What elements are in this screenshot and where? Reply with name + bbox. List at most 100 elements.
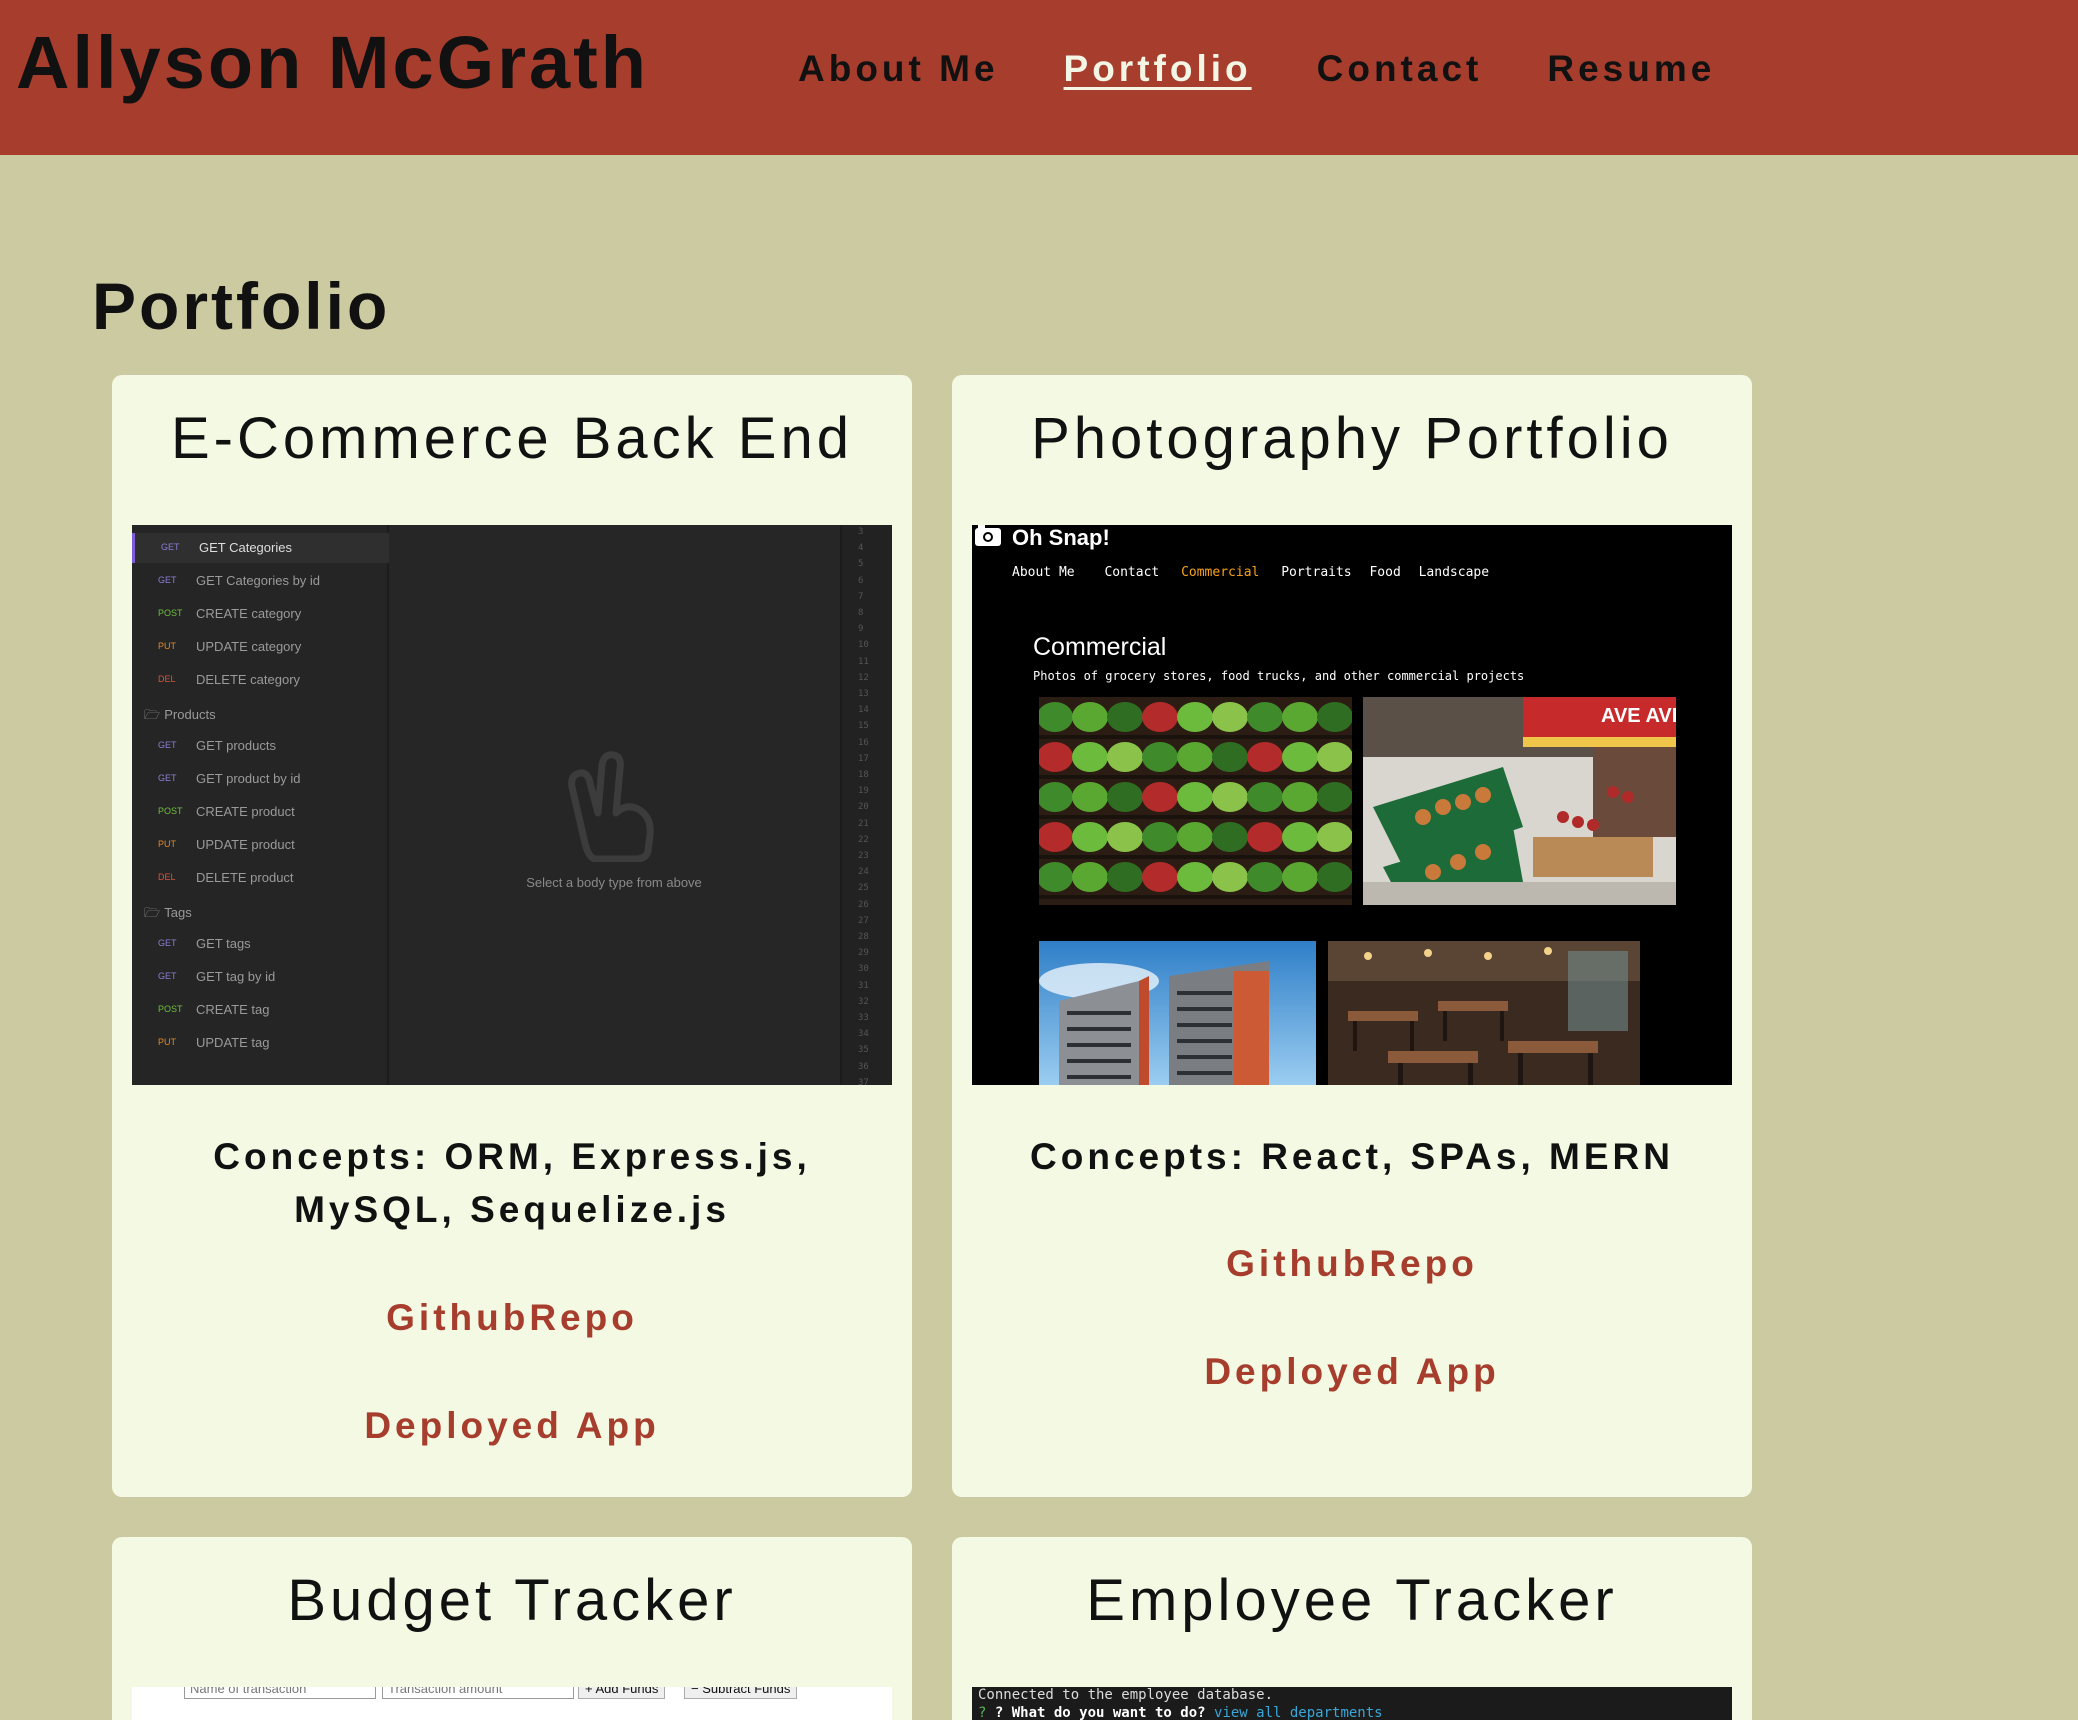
request-label: GET Categories [199, 540, 292, 555]
request-label: GET tag by id [196, 969, 276, 984]
request-item: PUT UPDATE category [132, 632, 389, 662]
shop-sign-text: AVE AVE [1601, 705, 1676, 727]
http-method-badge: DEL [158, 872, 176, 882]
folder-icon: 🗁 [144, 906, 165, 921]
project-card-budget-tracker: Budget Tracker Name of transaction Trans… [112, 1537, 912, 1720]
line-number: 25 [858, 883, 869, 894]
http-method-badge: GET [158, 938, 177, 948]
line-number: 12 [858, 672, 869, 683]
request-label: GET Categories by id [196, 573, 321, 588]
line-number: 29 [858, 948, 869, 959]
request-label: UPDATE category [196, 639, 302, 654]
project-screenshot[interactable]: Connected to the employee database. ? ? … [972, 1687, 1732, 1720]
line-number: 21 [858, 818, 869, 829]
line-number: 27 [858, 915, 869, 926]
line-number: 34 [858, 1029, 869, 1040]
request-label: GET product by id [196, 771, 301, 786]
building-photo [1039, 941, 1316, 1085]
line-number: 6 [858, 575, 864, 586]
oh-snap-nav: About Me Contact Commercial Portraits Fo… [1012, 565, 1503, 580]
line-number: 4 [858, 543, 864, 554]
line-number: 37 [858, 1077, 869, 1085]
card-concepts: Concepts: ORM, Express.js, MySQL, Sequel… [213, 1136, 811, 1230]
request-item: DEL DELETE product [132, 863, 389, 893]
site-brand[interactable]: Allyson McGrath [16, 20, 649, 105]
line-number: 13 [858, 689, 869, 699]
oh-snap-nav-item-active: Commercial [1181, 565, 1260, 580]
project-screenshot[interactable]: Name of transaction Transaction amount +… [132, 1687, 892, 1720]
request-item: GET GET Categories [132, 533, 389, 563]
produce-photo [1039, 697, 1352, 905]
folder-icon: 🗁 [144, 708, 165, 723]
line-number: 30 [858, 964, 869, 975]
nav-resume[interactable]: Resume [1547, 48, 1715, 90]
line-number: 7 [858, 591, 864, 602]
section-title: Portfolio [92, 269, 391, 343]
request-item: POST CREATE category [132, 599, 389, 629]
line-number: 36 [858, 1061, 869, 1072]
line-number: 20 [858, 802, 869, 813]
oh-snap-nav-item: Food [1369, 565, 1401, 580]
terminal-answer: view all departments [1214, 1705, 1383, 1720]
line-number: 11 [858, 656, 869, 667]
request-label: CREATE product [196, 804, 295, 819]
line-number: 16 [858, 737, 869, 748]
request-item: GET GET product by id [132, 764, 389, 794]
line-number: 9 [858, 624, 864, 635]
terminal-line: Connected to the employee database. [978, 1687, 1274, 1703]
card-concepts: Concepts: React, SPAs, MERN [1030, 1136, 1674, 1177]
deployed-app-link[interactable]: Deployed App [112, 1405, 912, 1447]
http-method-badge: PUT [158, 1037, 176, 1047]
request-label: UPDATE tag [196, 1035, 270, 1050]
project-screenshot[interactable]: Oh Snap! About Me Contact Commercial Por… [972, 525, 1732, 1085]
line-number-gutter: 3 4 5 6 7 8 9 10 11 12 13 14 15 16 17 18 19 20 21 22 23 24 25 2… [840, 525, 892, 1085]
restaurant-photo [1328, 941, 1640, 1085]
http-method-badge: GET [161, 542, 180, 552]
http-method-badge: POST [158, 806, 183, 816]
oh-snap-nav-item: About Me [1012, 565, 1075, 580]
line-number: 5 [858, 559, 864, 570]
github-repo-link[interactable]: GithubRepo [112, 1297, 912, 1339]
http-method-badge: PUT [158, 839, 176, 849]
http-method-badge: GET [158, 773, 177, 783]
http-method-badge: POST [158, 608, 183, 618]
line-number: 17 [858, 753, 869, 764]
request-label: GET products [196, 738, 276, 753]
line-number: 31 [858, 980, 869, 991]
empty-body-hint: Select a body type from above [526, 875, 702, 890]
nav-about-me[interactable]: About Me [798, 48, 999, 90]
request-folder: 🗁 Tags [144, 904, 192, 926]
insomnia-screenshot: GET GET Categories GET GET Categories by id… [132, 525, 892, 1085]
oh-snap-nav-item: Contact [1104, 565, 1160, 580]
nav-portfolio[interactable]: Portfolio [1064, 48, 1252, 90]
http-method-badge: GET [158, 971, 177, 981]
main-nav: About Me Portfolio Contact Resume [798, 48, 1780, 90]
request-sidebar: GET GET Categories GET GET Categories by id… [132, 525, 389, 1085]
project-card-employee-tracker: Employee Tracker Connected to the employ… [952, 1537, 1752, 1720]
project-screenshot[interactable]: GET GET Categories GET GET Categories by id… [132, 525, 892, 1085]
line-number: 10 [858, 640, 869, 651]
oh-snap-logo: Oh Snap! [1012, 525, 1110, 550]
oh-snap-subtitle: Photos of grocery stores, food trucks, a… [1033, 669, 1525, 683]
line-number: 15 [858, 721, 869, 732]
deployed-app-link[interactable]: Deployed App [952, 1351, 1752, 1393]
oh-snap-screenshot: Oh Snap! About Me Contact Commercial Por… [972, 525, 1732, 1085]
http-method-badge: PUT [158, 641, 176, 651]
line-number: 18 [858, 770, 869, 780]
folder-label: Products [164, 707, 216, 722]
card-title: Employee Tracker [1086, 1568, 1618, 1633]
card-title: E-Commerce Back End [171, 406, 853, 471]
line-number: 22 [858, 834, 869, 845]
oh-snap-nav-item: Landscape [1418, 565, 1490, 580]
github-repo-link[interactable]: GithubRepo [952, 1243, 1752, 1285]
line-number: 24 [858, 867, 869, 878]
request-label: DELETE product [196, 870, 294, 885]
request-item: DEL DELETE category [132, 665, 389, 695]
terminal-prompt-line: ? ? What do you want to do? view all dep… [978, 1705, 1383, 1720]
transaction-amount-field: Transaction amount [382, 1687, 574, 1699]
nav-contact[interactable]: Contact [1317, 48, 1483, 90]
request-label: CREATE tag [196, 1002, 270, 1017]
peace-hand-icon [568, 751, 654, 862]
line-number: 26 [858, 899, 869, 910]
request-item: GET GET tag by id [132, 962, 389, 992]
